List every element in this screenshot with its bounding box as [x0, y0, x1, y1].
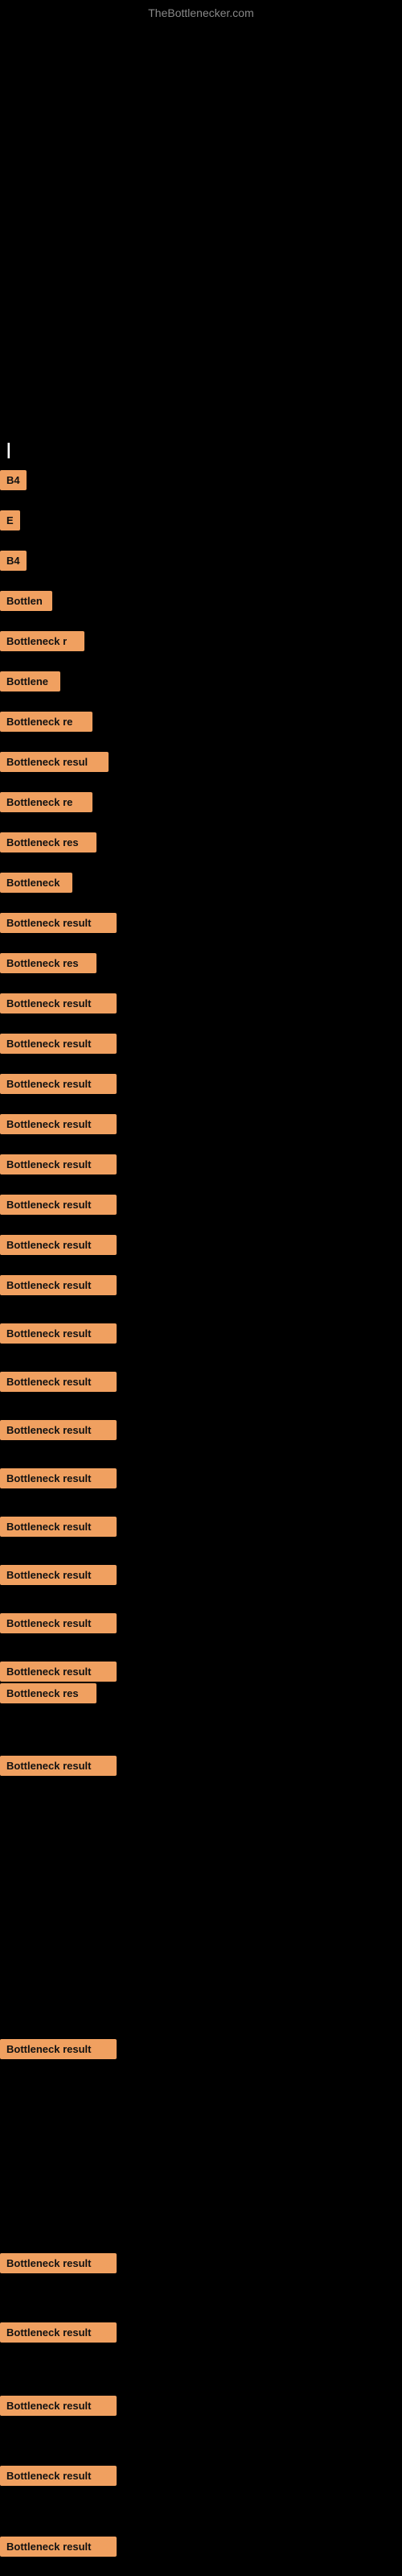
bottleneck-row-1: B4	[0, 467, 27, 493]
bottleneck-tag-32: Bottleneck result	[0, 2039, 117, 2059]
bottleneck-tag-14: Bottleneck result	[0, 993, 117, 1013]
bottleneck-row-21: Bottleneck result	[0, 1272, 117, 1298]
bottleneck-row-3: B4	[0, 547, 27, 574]
bottleneck-tag-17: Bottleneck result	[0, 1114, 117, 1134]
bottleneck-tag-13: Bottleneck res	[0, 953, 96, 973]
bottleneck-row-16: Bottleneck result	[0, 1071, 117, 1097]
bottleneck-tag-11: Bottleneck	[0, 873, 72, 893]
bottleneck-tag-12: Bottleneck result	[0, 913, 117, 933]
bottleneck-tag-26: Bottleneck result	[0, 1517, 117, 1537]
bottleneck-row-11: Bottleneck	[0, 869, 72, 896]
bottleneck-tag-5: Bottleneck r	[0, 631, 84, 651]
bottleneck-tag-31: Bottleneck result	[0, 1756, 117, 1776]
bottleneck-tag-9: Bottleneck re	[0, 792, 92, 812]
bottleneck-tag-8: Bottleneck resul	[0, 752, 109, 772]
bottleneck-row-2: E	[0, 507, 20, 534]
bottleneck-row-12: Bottleneck result	[0, 910, 117, 936]
bottleneck-row-28: Bottleneck result	[0, 1610, 117, 1637]
bottleneck-row-13: Bottleneck res	[0, 950, 96, 976]
bottleneck-tag-23: Bottleneck result	[0, 1372, 117, 1392]
bottleneck-tag-28: Bottleneck result	[0, 1613, 117, 1633]
bottleneck-tag-21: Bottleneck result	[0, 1275, 117, 1295]
bottleneck-tag-19: Bottleneck result	[0, 1195, 117, 1215]
bottleneck-row-5: Bottleneck r	[0, 628, 84, 654]
bottleneck-row-22: Bottleneck result	[0, 1320, 117, 1347]
bottleneck-tag-27: Bottleneck result	[0, 1565, 117, 1585]
bottleneck-row-4: Bottlen	[0, 588, 52, 614]
section-label: |	[6, 441, 11, 460]
bottleneck-row-34: Bottleneck result	[0, 2319, 117, 2346]
bottleneck-row-30: Bottleneck res	[0, 1680, 96, 1707]
bottleneck-row-14: Bottleneck result	[0, 990, 117, 1017]
bottleneck-tag-22: Bottleneck result	[0, 1323, 117, 1344]
bottleneck-row-8: Bottleneck resul	[0, 749, 109, 775]
bottleneck-row-26: Bottleneck result	[0, 1513, 117, 1540]
bottleneck-tag-33: Bottleneck result	[0, 2253, 117, 2273]
bottleneck-row-31: Bottleneck result	[0, 1752, 117, 1779]
bottleneck-tag-36: Bottleneck result	[0, 2466, 117, 2486]
bottleneck-tag-15: Bottleneck result	[0, 1034, 117, 1054]
bottleneck-row-19: Bottleneck result	[0, 1191, 117, 1218]
bottleneck-row-23: Bottleneck result	[0, 1368, 117, 1395]
bottleneck-tag-30: Bottleneck res	[0, 1683, 96, 1703]
bottleneck-tag-4: Bottlen	[0, 591, 52, 611]
bottleneck-tag-6: Bottlene	[0, 671, 60, 691]
bottleneck-tag-16: Bottleneck result	[0, 1074, 117, 1094]
bottleneck-row-15: Bottleneck result	[0, 1030, 117, 1057]
bottleneck-row-32: Bottleneck result	[0, 2036, 117, 2062]
bottleneck-row-25: Bottleneck result	[0, 1465, 117, 1492]
bottleneck-row-17: Bottleneck result	[0, 1111, 117, 1137]
bottleneck-row-35: Bottleneck result	[0, 2392, 117, 2419]
bottleneck-tag-18: Bottleneck result	[0, 1154, 117, 1174]
bottleneck-tag-1: B4	[0, 470, 27, 490]
bottleneck-tag-34: Bottleneck result	[0, 2322, 117, 2343]
bottleneck-tag-25: Bottleneck result	[0, 1468, 117, 1488]
bottleneck-tag-35: Bottleneck result	[0, 2396, 117, 2416]
bottleneck-row-24: Bottleneck result	[0, 1417, 117, 1443]
bottleneck-tag-3: B4	[0, 551, 27, 571]
bottleneck-tag-20: Bottleneck result	[0, 1235, 117, 1255]
bottleneck-tag-29: Bottleneck result	[0, 1662, 117, 1682]
bottleneck-row-18: Bottleneck result	[0, 1151, 117, 1178]
bottleneck-row-10: Bottleneck res	[0, 829, 96, 856]
bottleneck-row-36: Bottleneck result	[0, 2462, 117, 2489]
bottleneck-row-37: Bottleneck result	[0, 2533, 117, 2560]
bottleneck-row-7: Bottleneck re	[0, 708, 92, 735]
bottleneck-tag-24: Bottleneck result	[0, 1420, 117, 1440]
bottleneck-row-27: Bottleneck result	[0, 1562, 117, 1588]
bottleneck-tag-10: Bottleneck res	[0, 832, 96, 852]
bottleneck-row-33: Bottleneck result	[0, 2250, 117, 2277]
bottleneck-tag-37: Bottleneck result	[0, 2537, 117, 2557]
bottleneck-row-6: Bottlene	[0, 668, 60, 695]
bottleneck-tag-2: E	[0, 510, 20, 530]
bottleneck-tag-7: Bottleneck re	[0, 712, 92, 732]
site-title: TheBottlenecker.com	[148, 6, 254, 19]
bottleneck-row-20: Bottleneck result	[0, 1232, 117, 1258]
bottleneck-row-9: Bottleneck re	[0, 789, 92, 815]
